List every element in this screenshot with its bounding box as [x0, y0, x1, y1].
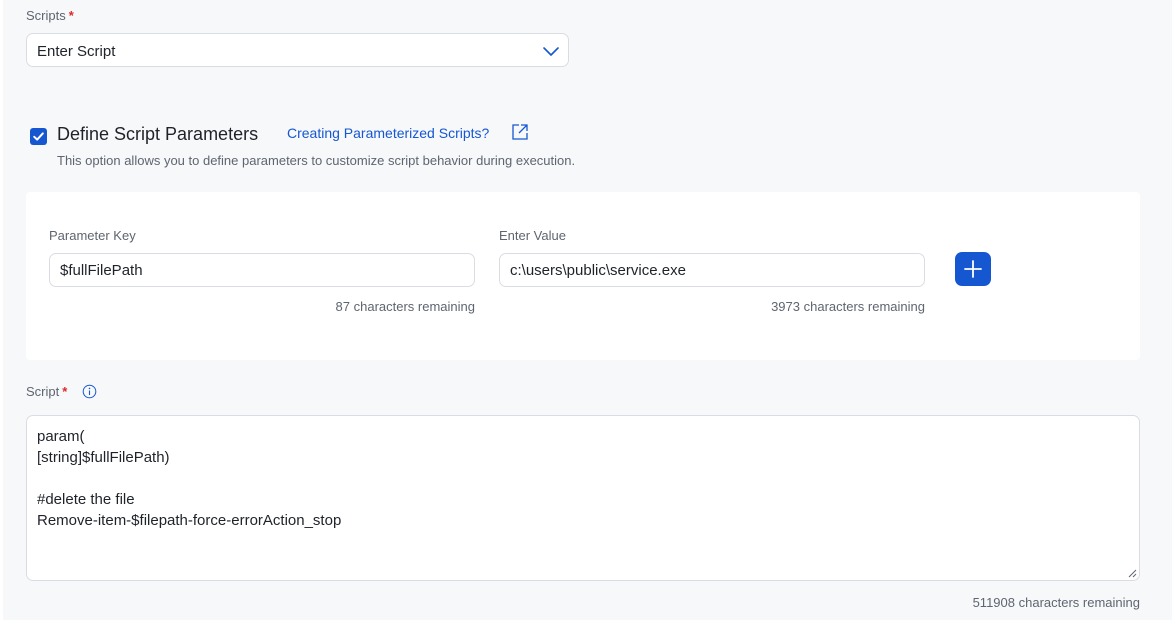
define-parameters-label[interactable]: Define Script Parameters — [57, 124, 258, 145]
parameter-value-remaining: 3973 characters remaining — [771, 299, 925, 314]
parameter-key-input[interactable] — [49, 253, 475, 287]
parameter-key-remaining: 87 characters remaining — [335, 299, 475, 314]
chevron-down-icon — [543, 47, 559, 56]
parameterized-scripts-help-link[interactable]: Creating Parameterized Scripts? — [287, 125, 489, 141]
parameter-value-label: Enter Value — [499, 228, 566, 243]
add-parameter-button[interactable] — [955, 252, 991, 286]
script-label-text: Script — [26, 384, 60, 399]
script-label: Script * — [26, 384, 67, 399]
define-parameters-description: This option allows you to define paramet… — [57, 153, 576, 168]
script-remaining: 511908 characters remaining — [972, 595, 1140, 610]
check-icon — [33, 132, 44, 141]
parameter-value-input[interactable] — [499, 253, 925, 287]
resize-handle-icon[interactable] — [1127, 568, 1137, 578]
required-mark: * — [68, 8, 74, 23]
plus-icon — [964, 260, 982, 278]
info-icon[interactable] — [82, 384, 97, 399]
script-textarea[interactable]: param( [string]$fullFilePath) #delete th… — [26, 415, 1140, 581]
scripts-select[interactable]: Enter Script — [26, 33, 569, 67]
define-parameters-checkbox[interactable] — [30, 128, 47, 145]
scripts-select-value: Enter Script — [37, 43, 116, 60]
parameter-key-label: Parameter Key — [49, 228, 136, 243]
required-mark: * — [62, 384, 68, 399]
external-link-icon[interactable] — [511, 123, 529, 141]
script-content: param( [string]$fullFilePath) #delete th… — [37, 428, 342, 529]
scripts-label: Scripts * — [26, 8, 74, 23]
scripts-label-text: Scripts — [26, 8, 66, 23]
